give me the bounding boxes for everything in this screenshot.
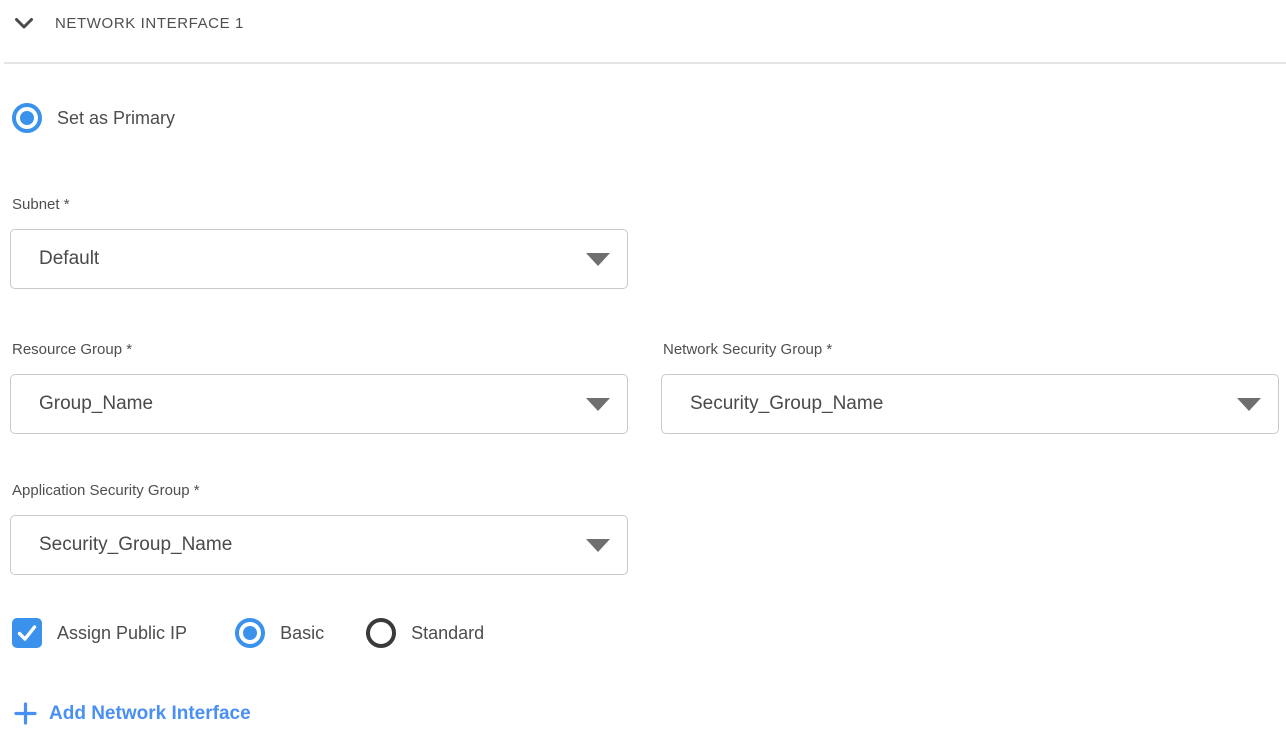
checkmark-icon bbox=[17, 624, 37, 642]
set-as-primary-option[interactable]: Set as Primary bbox=[12, 103, 1286, 133]
dropdown-arrow-icon bbox=[1237, 398, 1261, 411]
resource-group-selected-value: Group_Name bbox=[39, 393, 153, 415]
section-title: NETWORK INTERFACE 1 bbox=[55, 15, 244, 32]
application-security-group-field: Application Security Group * Security_Gr… bbox=[10, 482, 1286, 575]
section-header-network-interface-1[interactable]: NETWORK INTERFACE 1 bbox=[0, 0, 1286, 32]
network-security-group-selected-value: Security_Group_Name bbox=[690, 393, 883, 415]
public-ip-basic-option[interactable]: Basic bbox=[235, 618, 324, 648]
add-network-interface-label: Add Network Interface bbox=[49, 703, 251, 725]
application-security-group-label: Application Security Group * bbox=[12, 482, 1286, 500]
group-fields-row: Resource Group * Group_Name Network Secu… bbox=[10, 341, 1286, 434]
public-ip-standard-radio[interactable] bbox=[366, 618, 396, 648]
resource-group-dropdown[interactable]: Group_Name bbox=[10, 374, 628, 434]
plus-icon bbox=[14, 702, 37, 725]
network-security-group-label: Network Security Group * bbox=[663, 341, 1279, 359]
application-security-group-dropdown[interactable]: Security_Group_Name bbox=[10, 515, 628, 575]
network-security-group-field: Network Security Group * Security_Group_… bbox=[661, 341, 1279, 434]
public-ip-standard-label: Standard bbox=[411, 623, 484, 644]
subnet-dropdown[interactable]: Default bbox=[10, 229, 628, 289]
public-ip-basic-label: Basic bbox=[280, 623, 324, 644]
dropdown-arrow-icon bbox=[586, 398, 610, 411]
subnet-field: Subnet * Default bbox=[10, 196, 1286, 289]
dropdown-arrow-icon bbox=[586, 253, 610, 266]
add-network-interface-button[interactable]: Add Network Interface bbox=[14, 702, 251, 725]
assign-public-ip-option[interactable]: Assign Public IP bbox=[12, 618, 187, 648]
public-ip-basic-radio[interactable] bbox=[235, 618, 265, 648]
set-as-primary-label: Set as Primary bbox=[57, 108, 175, 129]
assign-public-ip-label: Assign Public IP bbox=[57, 623, 187, 644]
subnet-selected-value: Default bbox=[39, 248, 99, 270]
section-divider bbox=[4, 62, 1286, 64]
chevron-down-icon[interactable] bbox=[14, 17, 34, 30]
network-security-group-dropdown[interactable]: Security_Group_Name bbox=[661, 374, 1279, 434]
public-ip-row: Assign Public IP Basic Standard bbox=[12, 618, 1286, 648]
network-interface-form: NETWORK INTERFACE 1 Set as Primary Subne… bbox=[0, 0, 1286, 752]
public-ip-standard-option[interactable]: Standard bbox=[366, 618, 484, 648]
dropdown-arrow-icon bbox=[586, 539, 610, 552]
resource-group-field: Resource Group * Group_Name bbox=[10, 341, 628, 434]
resource-group-label: Resource Group * bbox=[12, 341, 628, 359]
set-as-primary-radio[interactable] bbox=[12, 103, 42, 133]
assign-public-ip-checkbox[interactable] bbox=[12, 618, 42, 648]
subnet-label: Subnet * bbox=[12, 196, 1286, 214]
application-security-group-selected-value: Security_Group_Name bbox=[39, 534, 232, 556]
